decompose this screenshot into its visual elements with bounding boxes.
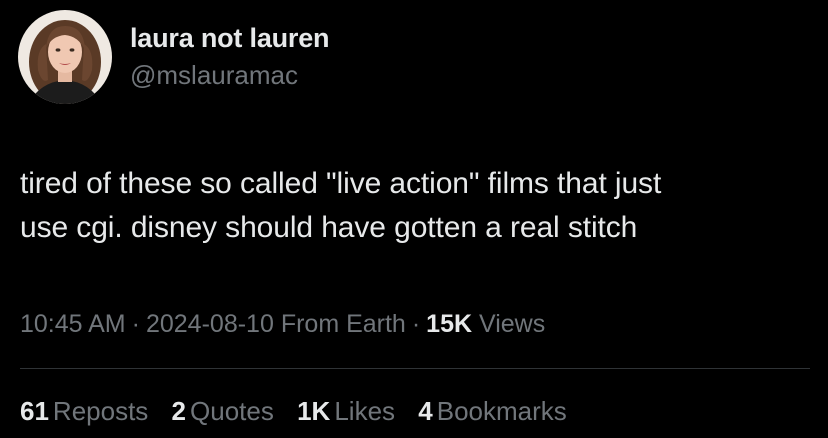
profile-photo-icon bbox=[18, 10, 112, 104]
tweet-text: tired of these so called "live action" f… bbox=[20, 162, 820, 250]
likes-stat[interactable]: 1K Likes bbox=[297, 393, 395, 429]
bookmarks-stat[interactable]: 4 Bookmarks bbox=[418, 393, 567, 429]
quotes-label: Quotes bbox=[190, 396, 274, 426]
likes-count: 1K bbox=[297, 396, 331, 426]
likes-label: Likes bbox=[334, 396, 396, 426]
tweet-card: laura not lauren @mslauramac tired of th… bbox=[0, 0, 828, 438]
quotes-count: 2 bbox=[171, 396, 187, 426]
bookmarks-label: Bookmarks bbox=[436, 396, 567, 426]
display-name[interactable]: laura not lauren bbox=[130, 22, 330, 54]
quotes-stat[interactable]: 2 Quotes bbox=[172, 393, 274, 429]
avatar[interactable] bbox=[18, 10, 112, 104]
tweet-date[interactable]: 2024-08-10 bbox=[146, 310, 274, 338]
user-handle[interactable]: @mslauramac bbox=[130, 59, 329, 91]
reposts-label: Reposts bbox=[52, 396, 149, 426]
tweet-time[interactable]: 10:45 AM bbox=[20, 310, 126, 338]
meta-separator: · bbox=[411, 310, 421, 338]
reposts-stat[interactable]: 61 Reposts bbox=[20, 393, 148, 429]
views-count[interactable]: 15K bbox=[426, 310, 472, 338]
tweet-source: From Earth bbox=[280, 310, 406, 338]
meta-separator: · bbox=[131, 310, 140, 338]
engagement-stats: 61 Reposts 2 Quotes 1K Likes 4 Bookmarks bbox=[20, 393, 583, 429]
views-label[interactable]: Views bbox=[479, 310, 545, 338]
reposts-count: 61 bbox=[20, 396, 49, 426]
tweet-text-line: tired of these so called "live action" f… bbox=[20, 167, 662, 200]
tweet-meta: 10:45 AM · 2024-08-10 From Earth · 15K Views bbox=[20, 306, 545, 342]
tweet-text-line: use cgi. disney should have gotten a rea… bbox=[20, 211, 638, 244]
divider bbox=[20, 368, 810, 369]
bookmarks-count: 4 bbox=[418, 396, 433, 426]
user-info: laura not lauren @mslauramac bbox=[130, 22, 330, 91]
